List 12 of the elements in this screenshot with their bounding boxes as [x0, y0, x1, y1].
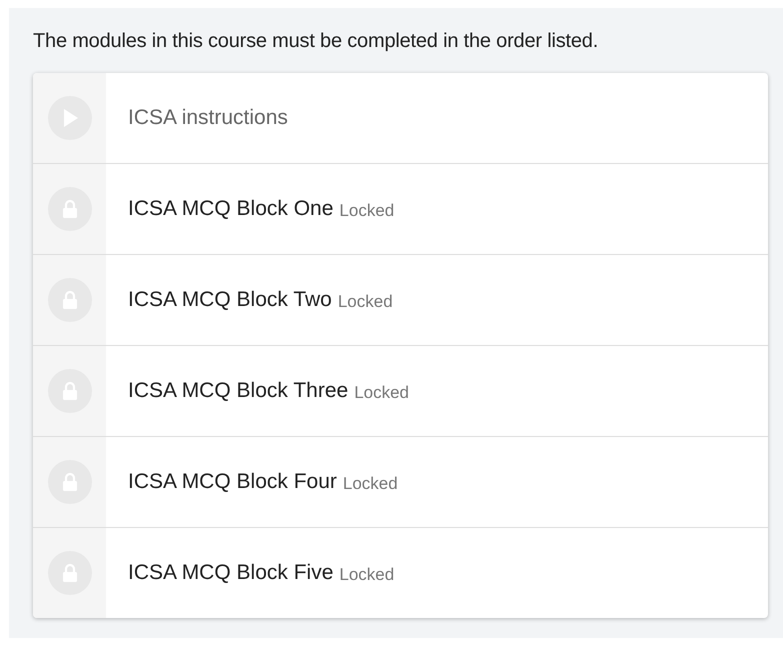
locked-label: Locked	[339, 564, 394, 584]
locked-label: Locked	[342, 472, 398, 494]
module-title[interactable]: ICSA instructions	[128, 106, 288, 130]
module-title[interactable]: ICSA MCQ Block Two	[128, 288, 332, 312]
locked-label: Locked	[338, 290, 393, 312]
locked-label: Locked	[354, 382, 410, 402]
module-title[interactable]: ICSA MCQ Block Three	[128, 379, 348, 403]
module-title[interactable]: ICSA MCQ Block One	[128, 197, 334, 221]
locked-label: Locked	[339, 200, 394, 220]
module-title[interactable]: ICSA MCQ Block Four	[128, 470, 337, 494]
module-title[interactable]: ICSA MCQ Block Five	[128, 561, 334, 585]
order-notice: The modules in this course must be completed in the order listed.	[33, 30, 600, 53]
